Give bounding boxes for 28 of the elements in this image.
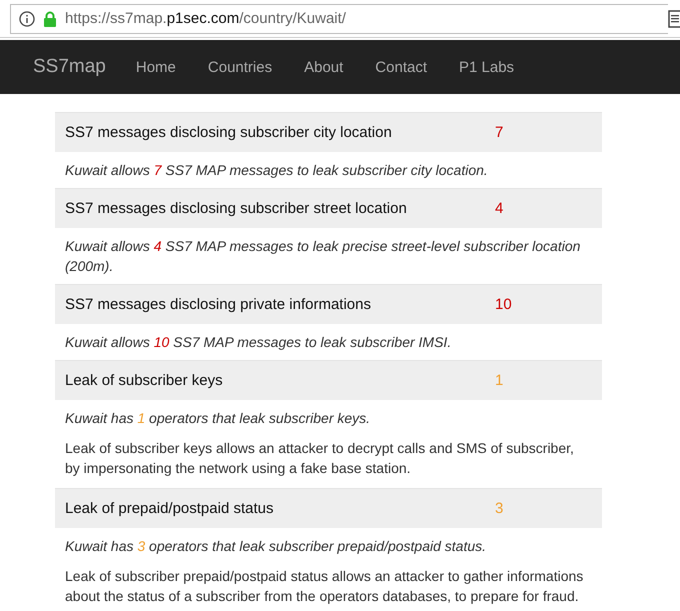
nav-link[interactable]: Countries bbox=[208, 58, 272, 76]
address-field[interactable]: https://ss7map.p1sec.com/country/Kuwait/ bbox=[10, 4, 668, 34]
section-title: Leak of subscriber keys bbox=[65, 372, 224, 389]
nav-link[interactable]: Contact bbox=[375, 58, 427, 76]
section-title: SS7 messages disclosing private informations bbox=[65, 296, 372, 313]
nav-link[interactable]: About bbox=[304, 58, 344, 76]
section-title: SS7 messages disclosing subscriber city location bbox=[65, 124, 393, 141]
section-title: SS7 messages disclosing subscriber street location bbox=[65, 200, 408, 217]
url-text: https://ss7map.p1sec.com/country/Kuwait/ bbox=[65, 10, 346, 27]
section-count: 1 bbox=[495, 372, 504, 389]
lock-icon bbox=[43, 10, 57, 26]
section-count: 4 bbox=[495, 200, 504, 217]
description-text: Leak of subscriber prepaid/postpaid status allows an attacker to gather informations about the status of a subscriber from the operators databases, to prepare for fraud. bbox=[64, 567, 584, 606]
brand-link[interactable]: SS7map bbox=[33, 56, 106, 78]
detail-text: Kuwait has 1 operators that leak subscriber keys. bbox=[64, 409, 372, 428]
detail-text: Kuwait allows 10 SS7 MAP messages to leak subscriber IMSI. bbox=[64, 333, 452, 352]
section-count: 10 bbox=[495, 296, 512, 313]
section-count: 7 bbox=[495, 124, 504, 141]
nav-link[interactable]: P1 Labs bbox=[459, 58, 514, 76]
description-text: Leak of subscriber keys allows an attacker to decrypt calls and SMS of subscriber, by impersonating the network using a fake base station. bbox=[64, 439, 575, 478]
section-title: Leak of prepaid/postpaid status bbox=[65, 500, 274, 517]
info-icon[interactable] bbox=[19, 10, 35, 26]
detail-text: Kuwait allows 4 SS7 MAP messages to leak precise street-level subscriber location (200m). bbox=[64, 237, 582, 276]
detail-text: Kuwait allows 7 SS7 MAP messages to leak subscriber city location. bbox=[64, 161, 489, 180]
detail-text: Kuwait has 3 operators that leak subscriber prepaid/postpaid status. bbox=[64, 537, 488, 556]
reader-icon[interactable] bbox=[668, 10, 680, 28]
section-count: 3 bbox=[495, 500, 504, 517]
nav-link[interactable]: Home bbox=[136, 58, 176, 76]
